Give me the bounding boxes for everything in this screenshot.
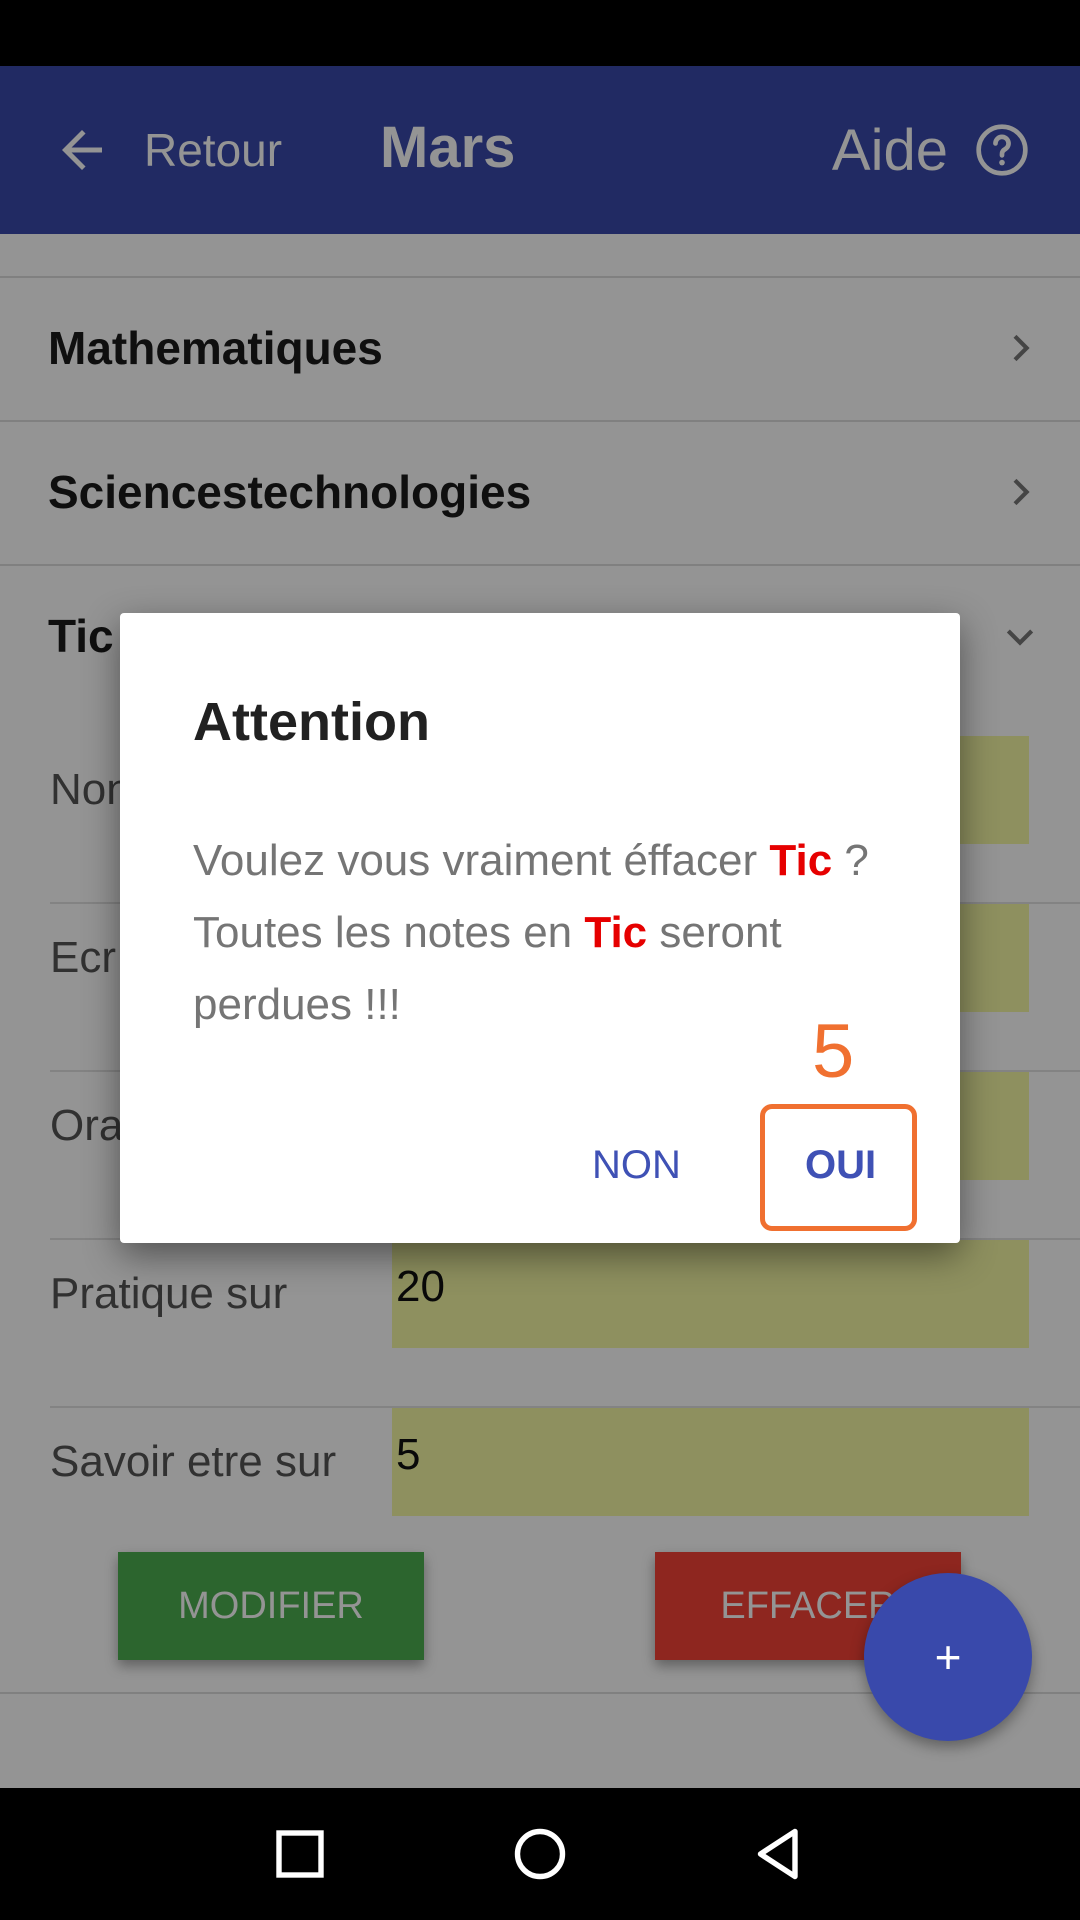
help-label: Aide: [831, 117, 948, 183]
field-label: Ora: [50, 1101, 124, 1150]
plus-icon: +: [934, 1631, 962, 1683]
chevron-right-icon: [1013, 334, 1030, 362]
field-row-pratique: Pratique sur 20: [50, 1240, 1080, 1408]
pratique-input[interactable]: 20: [392, 1240, 1029, 1348]
subject-row-mathematiques[interactable]: Mathematiques: [0, 278, 1080, 418]
savoir-etre-input[interactable]: 5: [392, 1408, 1029, 1516]
help-button[interactable]: Aide: [832, 110, 1030, 190]
back-button[interactable]: Retour: [52, 112, 282, 188]
back-label: Retour: [144, 124, 283, 176]
dialog-message: Voulez vous vraiment éffacer Tic ? Toute…: [193, 825, 913, 1041]
back-triangle-icon[interactable]: [744, 1818, 816, 1890]
subject-label: Mathematiques: [48, 322, 383, 374]
highlight-subject: Tic: [584, 908, 648, 957]
help-circle-icon: [976, 124, 1028, 176]
app-bar: Retour Mars Aide: [0, 66, 1080, 234]
highlight-subject: Tic: [769, 836, 833, 885]
page-title: Mars: [380, 115, 516, 180]
subject-label: Sciencestechnologies: [48, 466, 532, 518]
field-label: Non: [50, 765, 131, 814]
circle-icon[interactable]: [504, 1818, 576, 1890]
annotation-step-number: 5: [812, 1009, 855, 1094]
field-label: Savoir etre sur: [50, 1437, 337, 1486]
field-row-savoir-etre: Savoir etre sur 5: [50, 1408, 1080, 1576]
chevron-down-icon: [1006, 629, 1034, 646]
modifier-button[interactable]: MODIFIER: [118, 1552, 424, 1660]
subject-label: Tic: [48, 610, 114, 662]
square-icon[interactable]: [264, 1818, 336, 1890]
add-fab-button[interactable]: +: [864, 1573, 1032, 1741]
system-nav-bar: [0, 1788, 1080, 1920]
arrow-left-icon: [62, 130, 102, 170]
chevron-right-icon: [1013, 478, 1030, 506]
field-label: Pratique sur: [50, 1269, 288, 1318]
message-text: Voulez vous vraiment éffacer: [193, 836, 770, 885]
annotation-highlight-box: [760, 1104, 917, 1231]
subject-row-sciencestechnologies[interactable]: Sciencestechnologies: [0, 422, 1080, 562]
non-button[interactable]: NON: [592, 1143, 681, 1188]
field-label: Ecr: [50, 933, 116, 982]
dialog-title: Attention: [193, 692, 430, 752]
status-bar: [0, 0, 1080, 66]
